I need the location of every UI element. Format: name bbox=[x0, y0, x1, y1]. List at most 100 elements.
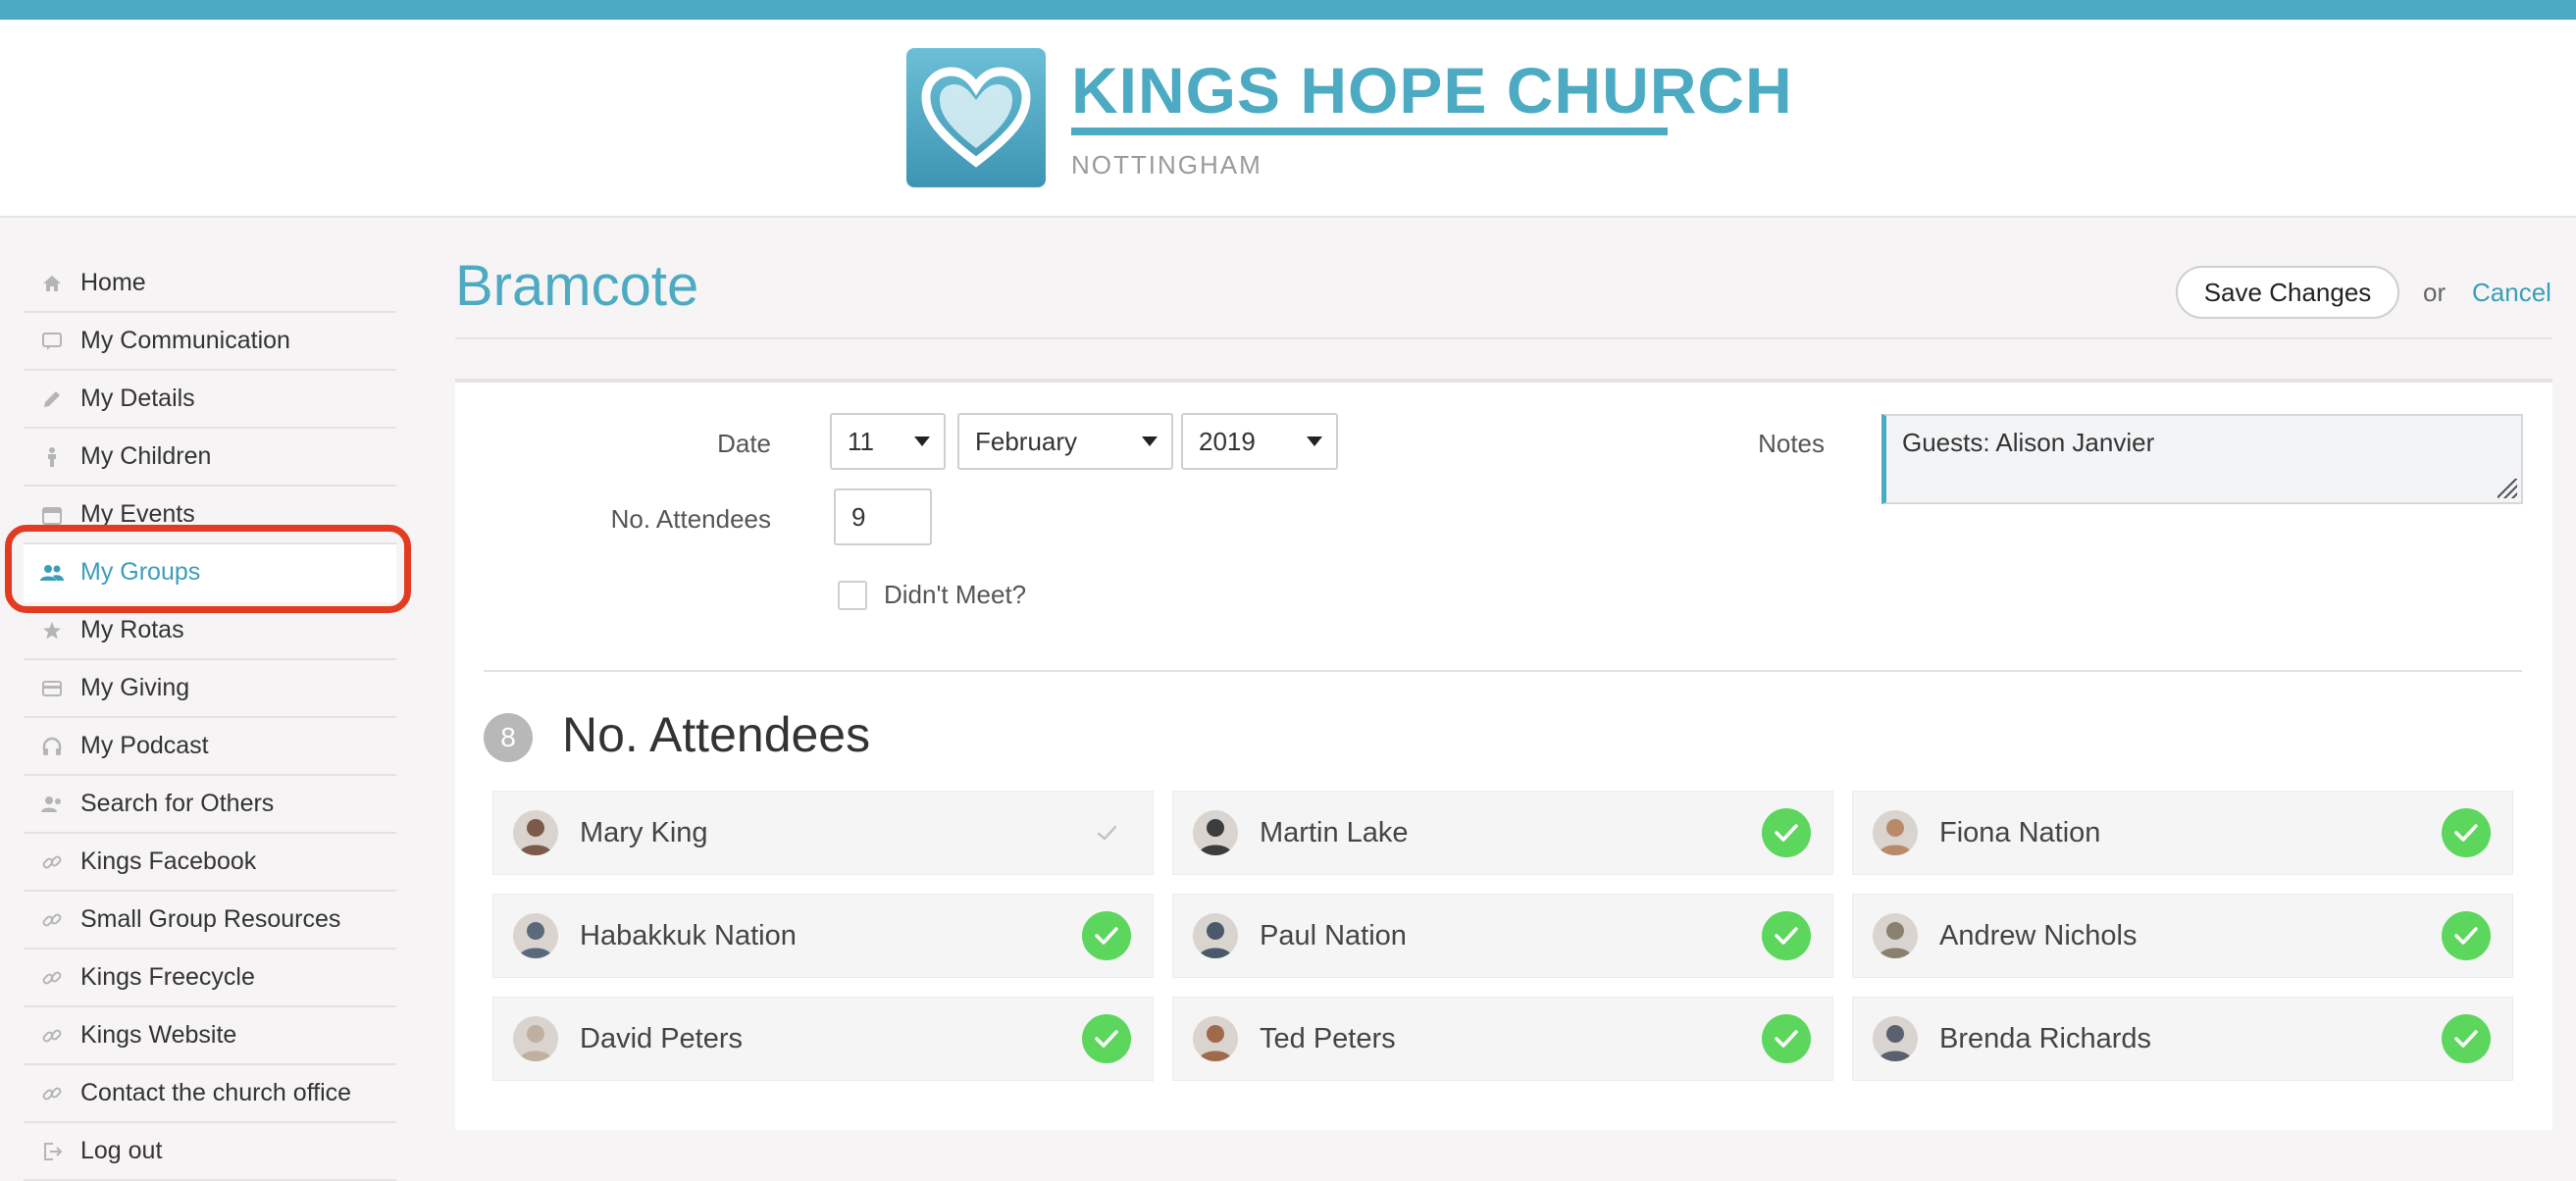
month-select[interactable]: February bbox=[957, 413, 1173, 470]
card-icon bbox=[24, 678, 80, 699]
notes-textarea[interactable]: Guests: Alison Janvier bbox=[1881, 414, 2523, 504]
child-icon bbox=[24, 446, 80, 468]
sidebar-item-label: Kings Website bbox=[80, 1021, 237, 1049]
sidebar-item-label: Contact the church office bbox=[80, 1079, 352, 1106]
page-title: Bramcote bbox=[455, 254, 699, 318]
link-icon bbox=[24, 909, 80, 931]
check-icon[interactable] bbox=[2442, 808, 2491, 857]
member-card[interactable]: Paul Nation bbox=[1172, 894, 1833, 978]
avatar bbox=[1873, 810, 1918, 855]
attendees-label: No. Attendees bbox=[610, 504, 771, 534]
star-icon bbox=[24, 620, 80, 642]
logout-icon bbox=[24, 1141, 80, 1162]
sidebar-item-my-events[interactable]: My Events bbox=[24, 487, 396, 544]
check-icon[interactable] bbox=[1082, 808, 1131, 857]
notes-label: Notes bbox=[1758, 429, 1825, 458]
link-icon bbox=[24, 851, 80, 873]
heart-logo-icon[interactable] bbox=[906, 48, 1046, 187]
sidebar-item-my-communication[interactable]: My Communication bbox=[24, 313, 396, 371]
chevron-down-icon bbox=[914, 436, 930, 446]
check-icon[interactable] bbox=[2442, 911, 2491, 960]
link-icon bbox=[24, 967, 80, 989]
member-card[interactable]: Habakkuk Nation bbox=[492, 894, 1154, 978]
avatar bbox=[513, 810, 558, 855]
didnt-meet-checkbox[interactable] bbox=[838, 581, 867, 610]
or-text: or bbox=[2423, 278, 2447, 307]
resize-grip-icon[interactable] bbox=[2498, 479, 2517, 498]
member-name: Mary King bbox=[580, 816, 708, 848]
member-card[interactable]: Brenda Richards bbox=[1852, 997, 2513, 1081]
sidebar-item-kings-freecycle[interactable]: Kings Freecycle bbox=[24, 950, 396, 1007]
member-card[interactable]: Mary King bbox=[492, 791, 1154, 875]
sidebar-item-kings-website[interactable]: Kings Website bbox=[24, 1007, 396, 1065]
member-card[interactable]: David Peters bbox=[492, 997, 1154, 1081]
church-location: NOTTINGHAM bbox=[1071, 150, 1262, 180]
check-icon[interactable] bbox=[1762, 1014, 1811, 1063]
sidebar-item-label: Search for Others bbox=[80, 790, 275, 817]
link-icon bbox=[24, 1025, 80, 1047]
month-value: February bbox=[975, 426, 1078, 456]
sidebar-item-my-children[interactable]: My Children bbox=[24, 429, 396, 487]
check-icon[interactable] bbox=[2442, 1014, 2491, 1063]
check-icon[interactable] bbox=[1762, 808, 1811, 857]
people-search-icon bbox=[24, 794, 80, 815]
sidebar-item-label: My Rotas bbox=[80, 616, 184, 643]
member-name: Andrew Nichols bbox=[1939, 919, 2138, 951]
notes-value: Guests: Alison Janvier bbox=[1902, 428, 2155, 457]
year-select[interactable]: 2019 bbox=[1181, 413, 1338, 470]
sidebar-item-my-details[interactable]: My Details bbox=[24, 371, 396, 429]
sidebar-item-my-rotas[interactable]: My Rotas bbox=[24, 602, 396, 660]
member-card[interactable]: Fiona Nation bbox=[1852, 791, 2513, 875]
avatar bbox=[1873, 1016, 1918, 1061]
sidebar-item-label: My Communication bbox=[80, 327, 290, 354]
sidebar-item-label: Small Group Resources bbox=[80, 905, 341, 933]
attendee-count-badge: 8 bbox=[484, 713, 533, 762]
section-divider bbox=[484, 670, 2522, 672]
save-changes-button[interactable]: Save Changes bbox=[2176, 266, 2399, 319]
sidebar-item-contact-the-church-office[interactable]: Contact the church office bbox=[24, 1065, 396, 1123]
member-name: Ted Peters bbox=[1260, 1022, 1396, 1054]
day-value: 11 bbox=[848, 426, 874, 456]
avatar bbox=[1193, 810, 1238, 855]
attendees-input[interactable]: 9 bbox=[834, 488, 932, 545]
link-icon bbox=[24, 1083, 80, 1104]
headphones-icon bbox=[24, 736, 80, 757]
title-divider bbox=[455, 337, 2552, 339]
sidebar-item-small-group-resources[interactable]: Small Group Resources bbox=[24, 892, 396, 950]
day-select[interactable]: 11 bbox=[830, 413, 946, 470]
sidebar-item-label: Log out bbox=[80, 1137, 163, 1164]
site-header: KINGS HOPE CHURCH NOTTINGHAM bbox=[0, 20, 2576, 218]
sidebar-item-search-for-others[interactable]: Search for Others bbox=[24, 776, 396, 834]
sidebar-item-my-giving[interactable]: My Giving bbox=[24, 660, 396, 718]
member-card[interactable]: Andrew Nichols bbox=[1852, 894, 2513, 978]
sidebar-item-label: My Giving bbox=[80, 674, 190, 701]
sidebar-item-label: My Podcast bbox=[80, 732, 209, 759]
member-card[interactable]: Martin Lake bbox=[1172, 791, 1833, 875]
pencil-icon bbox=[24, 388, 80, 410]
sidebar-item-my-groups[interactable]: My Groups bbox=[24, 544, 396, 602]
member-card[interactable]: Ted Peters bbox=[1172, 997, 1833, 1081]
chevron-down-icon bbox=[1142, 436, 1158, 446]
sidebar-nav: Home My Communication My Details My Childre… bbox=[24, 255, 396, 1181]
group-icon bbox=[24, 562, 80, 584]
sidebar-item-label: My Details bbox=[80, 385, 195, 412]
chevron-down-icon bbox=[1307, 436, 1322, 446]
sidebar-item-label: My Events bbox=[80, 500, 195, 528]
member-name: Habakkuk Nation bbox=[580, 919, 797, 951]
cancel-link[interactable]: Cancel bbox=[2472, 278, 2551, 308]
calendar-icon bbox=[24, 504, 80, 526]
avatar bbox=[1193, 913, 1238, 958]
sidebar-item-home[interactable]: Home bbox=[24, 255, 396, 313]
logo-divider bbox=[1071, 128, 1668, 135]
home-icon bbox=[24, 273, 80, 294]
check-icon[interactable] bbox=[1082, 1014, 1131, 1063]
avatar bbox=[1193, 1016, 1238, 1061]
sidebar-item-label: Kings Freecycle bbox=[80, 963, 255, 991]
sidebar-item-log-out[interactable]: Log out bbox=[24, 1123, 396, 1181]
sidebar-item-kings-facebook[interactable]: Kings Facebook bbox=[24, 834, 396, 892]
sidebar-item-my-podcast[interactable]: My Podcast bbox=[24, 718, 396, 776]
check-icon[interactable] bbox=[1762, 911, 1811, 960]
chat-icon bbox=[24, 331, 80, 352]
sidebar-item-label: Kings Facebook bbox=[80, 847, 257, 875]
check-icon[interactable] bbox=[1082, 911, 1131, 960]
